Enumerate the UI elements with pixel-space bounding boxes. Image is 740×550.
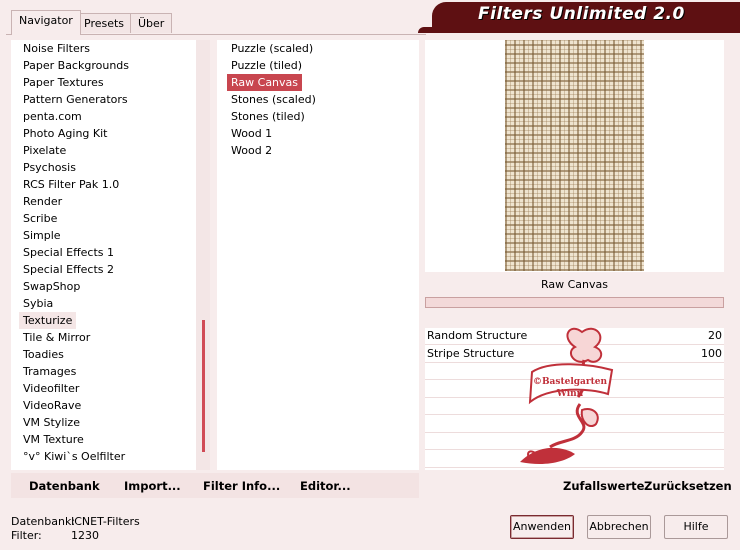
- category-item[interactable]: RCS Filter Pak 1.0: [23, 176, 119, 193]
- param-label: Random Structure: [427, 329, 528, 342]
- title-banner-stripe: [418, 27, 740, 33]
- progress-bar: [425, 297, 724, 308]
- category-item[interactable]: Videofilter: [23, 380, 79, 397]
- category-item[interactable]: VM Texture: [23, 431, 84, 448]
- status-filter-label: Filter:: [11, 529, 42, 542]
- category-item[interactable]: Scribe: [23, 210, 57, 227]
- watermark-line1: ©Bastelgarten: [533, 377, 608, 387]
- category-item[interactable]: Texturize: [19, 312, 77, 329]
- category-item[interactable]: Render: [23, 193, 62, 210]
- watermark-line2: Winn: [556, 389, 584, 399]
- category-item[interactable]: Sybia: [23, 295, 53, 312]
- filter-item[interactable]: Puzzle (scaled): [231, 40, 313, 57]
- category-item[interactable]: Special Effects 2: [23, 261, 114, 278]
- param-value: 100: [701, 346, 722, 360]
- category-item[interactable]: Special Effects 1: [23, 244, 114, 261]
- param-value: 20: [708, 329, 722, 342]
- preview-image: [505, 40, 644, 271]
- status-filter-value: 1230: [71, 529, 99, 542]
- category-item[interactable]: Paper Backgrounds: [23, 57, 129, 74]
- window-title: Filters Unlimited 2.0: [478, 4, 685, 24]
- category-item[interactable]: Noise Filters: [23, 40, 90, 57]
- category-item[interactable]: Tile & Mirror: [23, 329, 90, 346]
- database-button[interactable]: Datenbank: [29, 479, 100, 493]
- category-item[interactable]: Pattern Generators: [23, 91, 128, 108]
- category-scroll-thumb[interactable]: [202, 320, 205, 452]
- category-item[interactable]: penta.com: [23, 108, 82, 125]
- random-values-button[interactable]: Zufallswerte: [563, 479, 644, 493]
- status-db-label: Datenbank:: [11, 515, 76, 528]
- cancel-button[interactable]: Abbrechen: [587, 515, 651, 539]
- category-item[interactable]: VideoRave: [23, 397, 81, 414]
- category-item[interactable]: Toadies: [23, 346, 64, 363]
- category-item[interactable]: VM Stylize: [23, 414, 80, 431]
- category-item[interactable]: SwapShop: [23, 278, 80, 295]
- category-item[interactable]: Photo Aging Kit: [23, 125, 107, 142]
- tab-navigator[interactable]: Navigator: [11, 10, 81, 35]
- filter-item[interactable]: Puzzle (tiled): [231, 57, 302, 74]
- help-button[interactable]: Hilfe: [664, 515, 728, 539]
- filter-info-button[interactable]: Filter Info...: [203, 479, 280, 493]
- status-db-value: ICNET-Filters: [71, 515, 140, 528]
- filter-item[interactable]: Stones (tiled): [231, 108, 305, 125]
- category-item[interactable]: Tramages: [23, 363, 76, 380]
- tab-uber[interactable]: Über: [130, 13, 173, 33]
- editor-button[interactable]: Editor...: [300, 479, 351, 493]
- category-item[interactable]: Paper Textures: [23, 74, 104, 91]
- category-item[interactable]: Simple: [23, 227, 61, 244]
- param-label: Stripe Structure: [427, 346, 515, 360]
- reset-button[interactable]: Zurücksetzen: [644, 479, 732, 493]
- preview-filter-name: Raw Canvas: [425, 274, 724, 296]
- category-item[interactable]: Psychosis: [23, 159, 76, 176]
- filter-item[interactable]: Wood 2: [231, 142, 272, 159]
- watermark-logo: ©Bastelgarten Winn: [520, 327, 614, 465]
- category-item[interactable]: Pixelate: [23, 142, 66, 159]
- filter-item[interactable]: Stones (scaled): [231, 91, 316, 108]
- filter-item[interactable]: Wood 1: [231, 125, 272, 142]
- import-button[interactable]: Import...: [124, 479, 181, 493]
- apply-button[interactable]: Anwenden: [510, 515, 574, 539]
- filter-item[interactable]: Raw Canvas: [227, 74, 303, 91]
- category-item[interactable]: °v° Kiwi`s Oelfilter: [23, 448, 125, 465]
- tab-presets[interactable]: Presets: [76, 13, 133, 33]
